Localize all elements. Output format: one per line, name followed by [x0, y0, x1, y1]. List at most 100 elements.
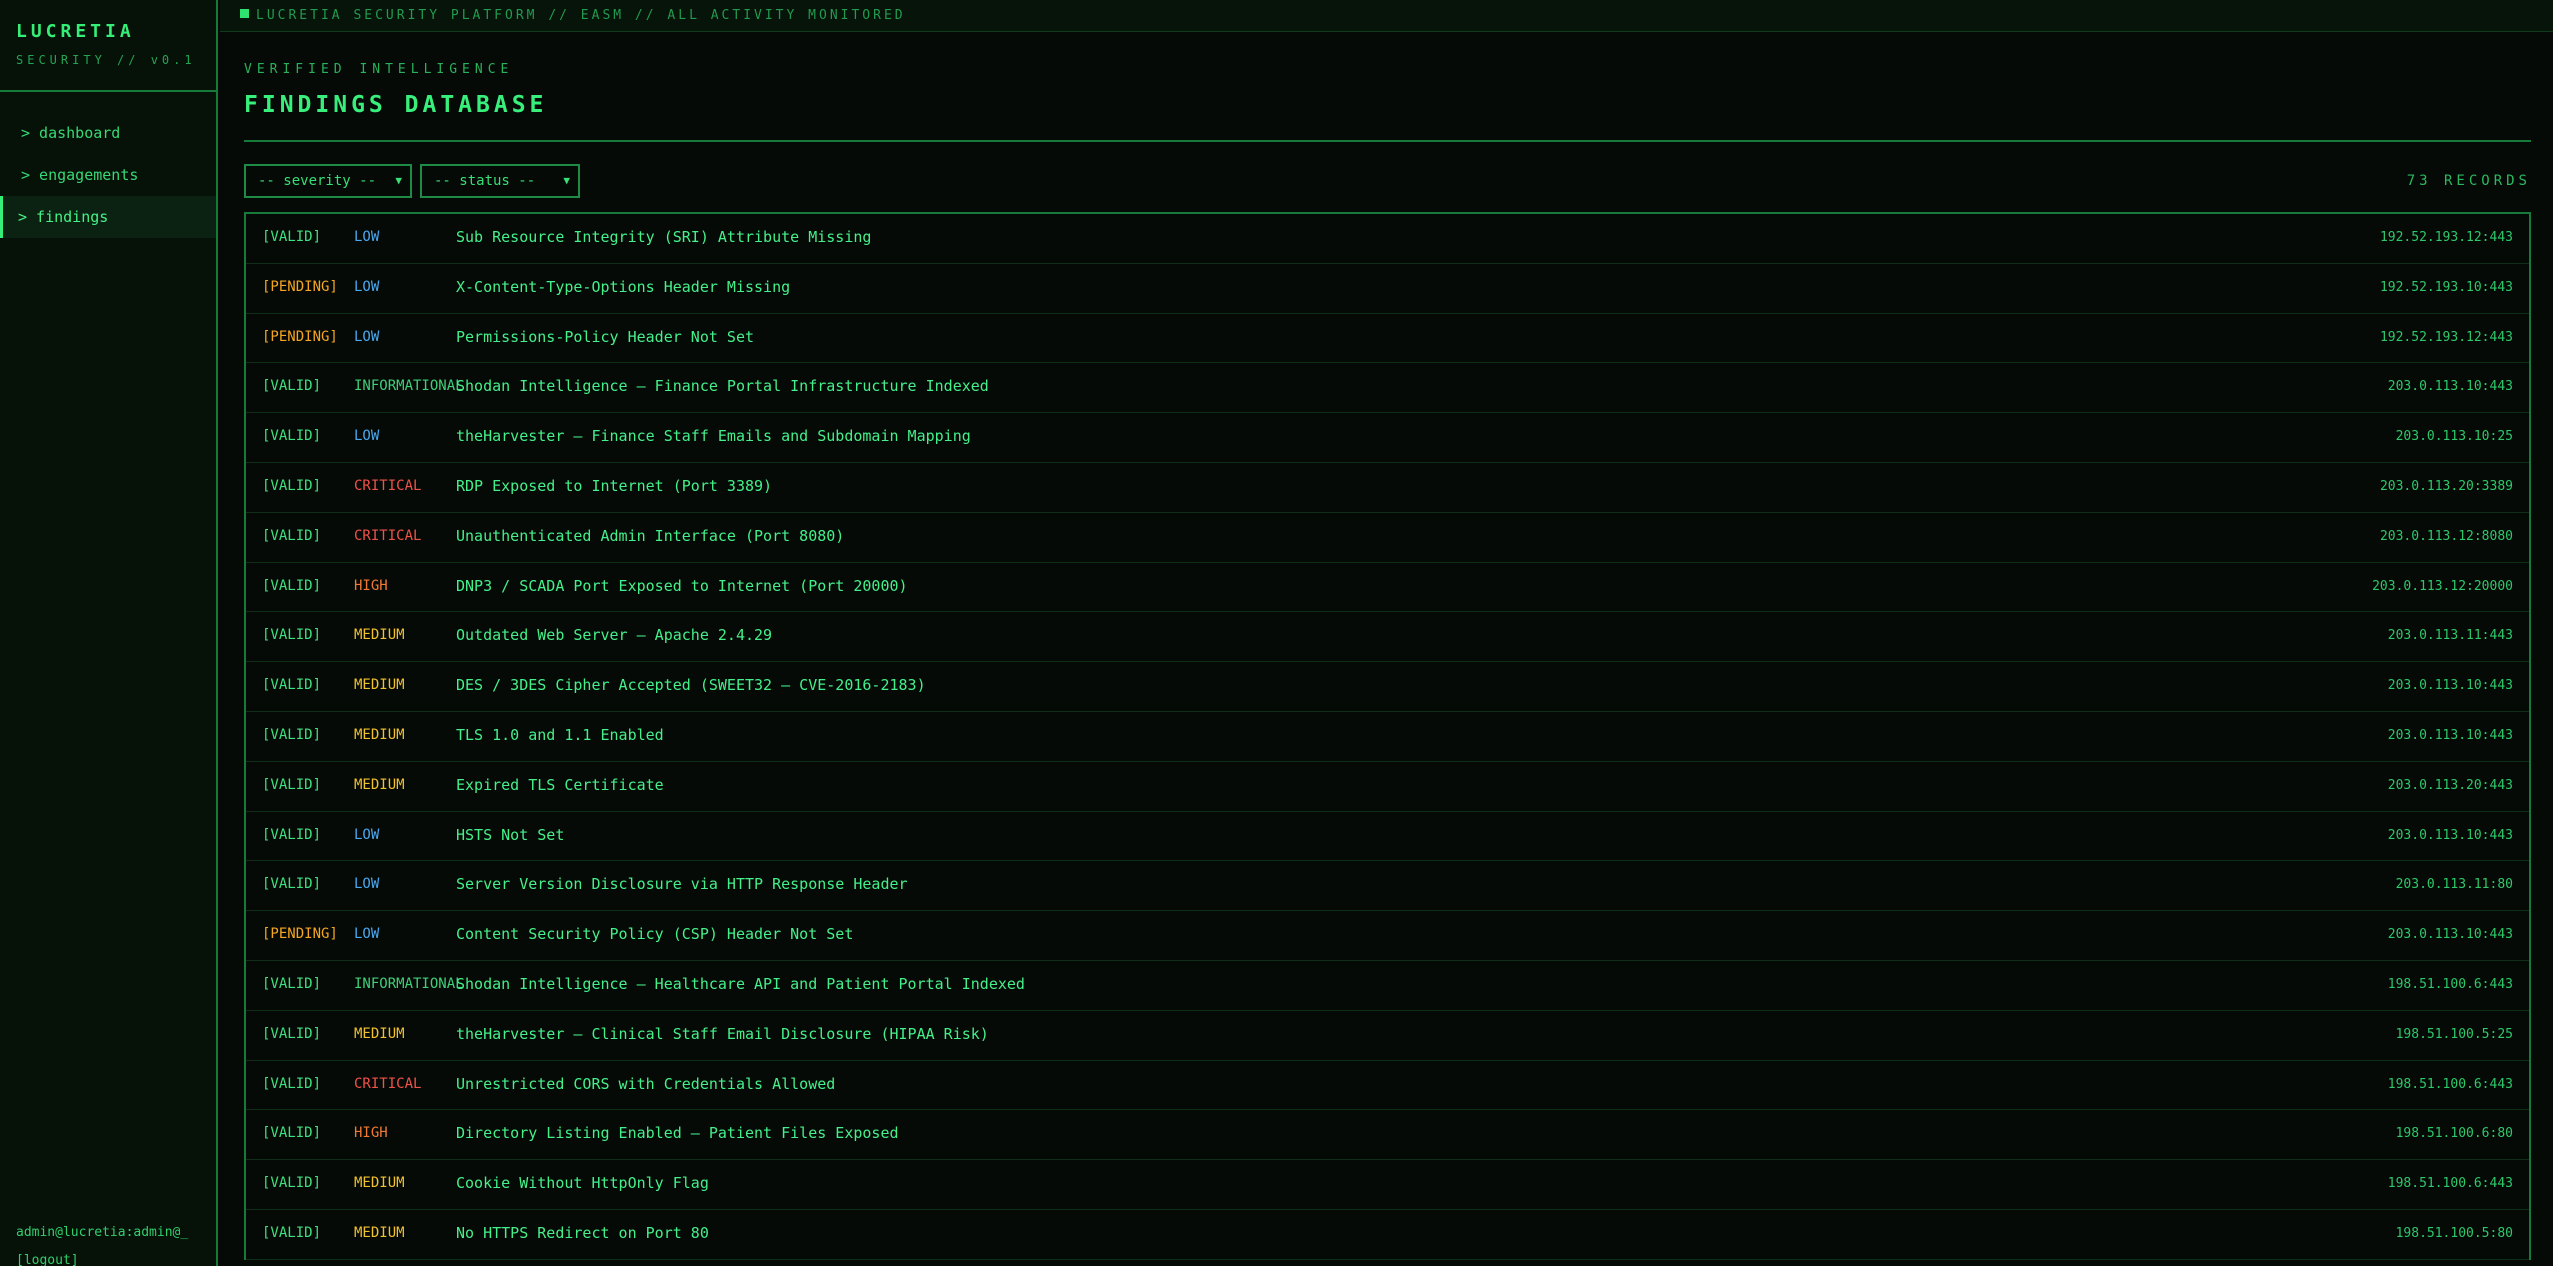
finding-title: Unauthenticated Admin Interface (Port 80…: [456, 526, 845, 545]
finding-severity-label: MEDIUM: [354, 627, 405, 644]
finding-title: Cookie Without HttpOnly Flag: [456, 1174, 709, 1193]
finding-status-badge: [VALID]: [262, 677, 322, 694]
finding-target: 203.0.113.10:443: [2387, 927, 2513, 943]
finding-severity-label: CRITICAL: [354, 477, 422, 494]
user-block: admin@lucretia:admin@_ [logout]: [16, 1224, 206, 1266]
finding-target: 203.0.113.20:3389: [2379, 478, 2513, 494]
finding-status-badge: [VALID]: [262, 477, 322, 494]
finding-row[interactable]: [VALID] MEDIUM TLS 1.0 and 1.1 Enabled 203.…: [246, 712, 2529, 762]
finding-severity-label: LOW: [354, 328, 380, 345]
brand: LUCRETIA SECURITY // v0.1: [0, 0, 216, 92]
finding-row[interactable]: [VALID] LOW HSTS Not Set 203.0.113.10:443: [246, 812, 2529, 862]
finding-row[interactable]: [PENDING] LOW X-Content-Type-Options Heade…: [246, 264, 2529, 314]
finding-severity-label: HIGH: [354, 577, 388, 594]
user-account: admin@lucretia:admin@_: [16, 1225, 189, 1240]
finding-severity-label: MEDIUM: [354, 776, 405, 793]
finding-status-badge: [VALID]: [262, 975, 322, 992]
logout-link[interactable]: [logout]: [16, 1252, 206, 1266]
finding-status-badge: [VALID]: [262, 1025, 322, 1042]
finding-row[interactable]: [VALID] HIGH Directory Listing Enabled — P…: [246, 1110, 2529, 1161]
finding-severity-label: HIGH: [354, 1125, 388, 1142]
finding-target: 203.0.113.10:25: [2395, 429, 2513, 445]
finding-row[interactable]: [VALID] CRITICAL Unrestricted CORS with Cr…: [246, 1061, 2529, 1111]
finding-title: Shodan Intelligence — Finance Portal Inf…: [456, 377, 989, 396]
finding-target: 203.0.113.10:443: [2387, 727, 2513, 743]
finding-severity-label: CRITICAL: [354, 1075, 422, 1092]
finding-title: TLS 1.0 and 1.1 Enabled: [456, 725, 664, 744]
finding-title: Sub Resource Integrity (SRI) Attribute M…: [456, 228, 872, 246]
findings-table: [VALID] LOW Sub Resource Integrity (SRI) A…: [244, 212, 2531, 1260]
finding-severity-label: LOW: [354, 278, 380, 295]
finding-severity-label: MEDIUM: [354, 677, 405, 694]
finding-row[interactable]: [VALID] CRITICAL Unauthenticated Admin Int…: [246, 513, 2529, 563]
finding-status-badge: [VALID]: [262, 726, 322, 743]
page-eyebrow: VERIFIED INTELLIGENCE: [244, 62, 514, 77]
finding-target: 203.0.113.20:443: [2387, 777, 2513, 793]
finding-row[interactable]: [VALID] LOW Sub Resource Integrity (SRI) A…: [246, 214, 2529, 264]
finding-title: RDP Exposed to Internet (Port 3389): [456, 476, 773, 495]
finding-target: 192.52.193.12:443: [2379, 230, 2513, 245]
finding-status-badge: [VALID]: [262, 229, 322, 245]
finding-severity-label: LOW: [354, 926, 380, 943]
finding-row[interactable]: [PENDING] LOW Content Security Policy (CSP…: [246, 911, 2529, 961]
finding-status-badge: [PENDING]: [262, 328, 338, 345]
brand-subtitle: SECURITY // v0.1: [16, 53, 196, 67]
finding-target: 198.51.100.6:80: [2395, 1126, 2513, 1142]
status-filter-value: -- status --: [434, 173, 536, 189]
finding-title: Directory Listing Enabled — Patient File…: [456, 1124, 899, 1143]
finding-row[interactable]: [VALID] HIGH DNP3 / SCADA Port Exposed to …: [246, 563, 2529, 613]
sidebar-item-findings[interactable]: > findings: [0, 196, 216, 238]
finding-severity-label: CRITICAL: [354, 527, 422, 544]
finding-status-badge: [VALID]: [262, 378, 322, 395]
page-title: FINDINGS DATABASE: [244, 92, 548, 118]
finding-target: 198.51.100.5:25: [2395, 1026, 2513, 1042]
finding-target: 203.0.113.11:443: [2387, 628, 2513, 644]
finding-severity-label: LOW: [354, 876, 380, 893]
severity-filter-select[interactable]: -- severity -- ▼: [244, 164, 412, 198]
finding-target: 203.0.113.12:20000: [2372, 578, 2513, 594]
finding-target: 203.0.113.10:443: [2387, 827, 2513, 843]
finding-title: Outdated Web Server — Apache 2.4.29: [456, 626, 773, 645]
finding-row[interactable]: [VALID] MEDIUM DES / 3DES Cipher Accepted …: [246, 662, 2529, 712]
finding-title: Expired TLS Certificate: [456, 775, 664, 794]
finding-severity-label: LOW: [354, 428, 380, 445]
finding-severity-label: MEDIUM: [354, 1175, 405, 1192]
status-indicator-icon: [240, 9, 249, 18]
finding-row[interactable]: [PENDING] LOW Permissions-Policy Header No…: [246, 314, 2529, 364]
finding-title: X-Content-Type-Options Header Missing: [456, 277, 791, 296]
filter-bar: -- severity -- ▼ -- status -- ▼ 73 RECOR…: [244, 164, 2531, 198]
system-banner: LUCRETIA SECURITY PLATFORM // EASM // AL…: [220, 0, 2553, 32]
app-root: LUCRETIA SECURITY // v0.1 > dashboard > …: [0, 0, 2553, 1266]
finding-row[interactable]: [VALID] CRITICAL RDP Exposed to Internet (…: [246, 463, 2529, 513]
finding-severity-label: LOW: [354, 229, 380, 245]
finding-status-badge: [VALID]: [262, 1125, 322, 1142]
finding-status-badge: [VALID]: [262, 428, 322, 445]
finding-title: theHarvester — Clinical Staff Email Disc…: [456, 1024, 989, 1043]
finding-row[interactable]: [VALID] INFORMATIONAL Shodan Intelligence …: [246, 363, 2529, 414]
sidebar: LUCRETIA SECURITY // v0.1 > dashboard > …: [0, 0, 218, 1266]
finding-title: DES / 3DES Cipher Accepted (SWEET32 — CV…: [456, 676, 926, 695]
finding-row[interactable]: [VALID] MEDIUM theHarvester — Clinical Sta…: [246, 1011, 2529, 1061]
finding-target: 198.51.100.6:443: [2387, 976, 2513, 992]
finding-severity-label: MEDIUM: [354, 1025, 405, 1042]
finding-title: No HTTPS Redirect on Port 80: [456, 1223, 709, 1242]
finding-row[interactable]: [VALID] LOW theHarvester — Finance Staff E…: [246, 413, 2529, 463]
status-filter-select[interactable]: -- status -- ▼: [420, 164, 580, 198]
sidebar-item-dashboard[interactable]: > dashboard: [0, 112, 216, 154]
chevron-down-icon: ▼: [563, 174, 570, 187]
finding-title: Unrestricted CORS with Credentials Allow…: [456, 1074, 836, 1093]
sidebar-item-engagements[interactable]: > engagements: [0, 154, 216, 196]
finding-status-badge: [VALID]: [262, 826, 322, 843]
finding-row[interactable]: [VALID] LOW Server Version Disclosure via …: [246, 861, 2529, 912]
finding-severity-label: LOW: [354, 826, 380, 843]
finding-status-badge: [VALID]: [262, 776, 322, 793]
finding-row[interactable]: [VALID] INFORMATIONAL Shodan Intelligence …: [246, 961, 2529, 1011]
finding-status-badge: [VALID]: [262, 577, 322, 594]
main-content: VERIFIED INTELLIGENCE FINDINGS DATABASE …: [244, 32, 2531, 1260]
finding-status-badge: [PENDING]: [262, 926, 338, 943]
finding-row[interactable]: [VALID] MEDIUM Cookie Without HttpOnly Fla…: [246, 1160, 2529, 1210]
finding-row[interactable]: [VALID] MEDIUM Expired TLS Certificate 203.…: [246, 762, 2529, 812]
finding-row[interactable]: [VALID] MEDIUM No HTTPS Redirect on Port 8…: [246, 1210, 2529, 1260]
finding-severity-label: INFORMATIONAL: [354, 378, 464, 395]
finding-row[interactable]: [VALID] MEDIUM Outdated Web Server — Apach…: [246, 612, 2529, 663]
